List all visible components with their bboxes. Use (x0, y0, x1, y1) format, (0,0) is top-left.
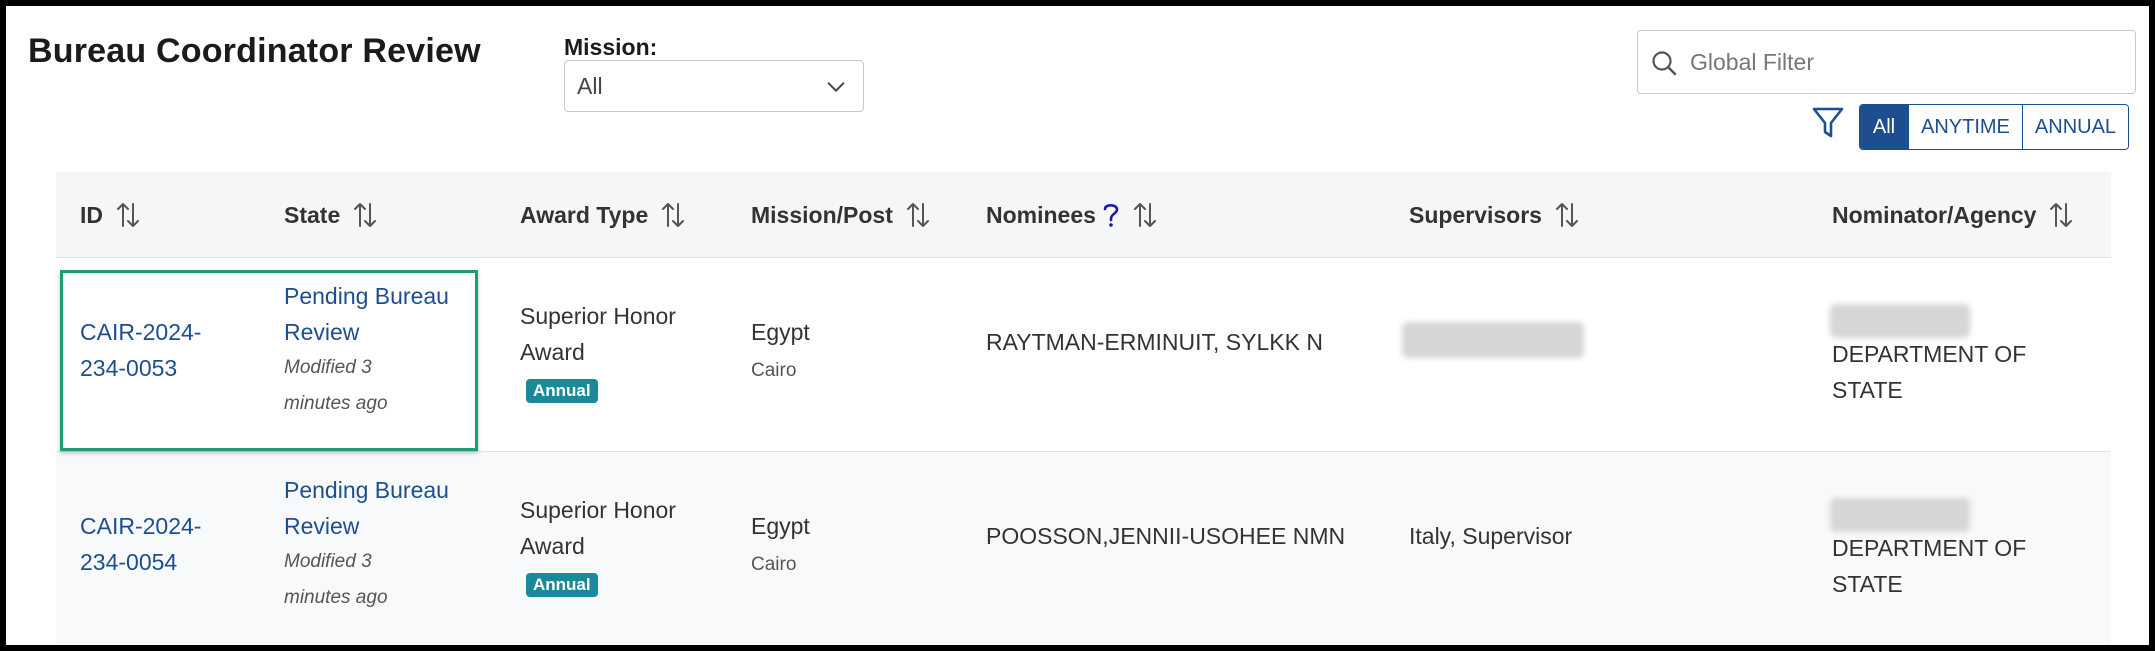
mission-post-cell: Egypt Cairo (751, 508, 810, 580)
state-line-2: Review (284, 513, 360, 539)
table-header: ID State Award Type Mission/Post Nominee… (56, 172, 2111, 258)
column-header-state[interactable]: State (284, 198, 378, 232)
state-link[interactable]: Pending Bureau Review (284, 472, 449, 544)
id-line-1: CAIR-2024- (80, 319, 202, 345)
id-cell: CAIR-2024- 234-0053 (80, 314, 201, 386)
global-filter-input[interactable] (1688, 41, 2122, 83)
state-cell: Pending Bureau Review Modified 3 minutes… (284, 472, 449, 616)
toggle-annual[interactable]: ANNUAL (2021, 105, 2129, 149)
mission-post-cell: Egypt Cairo (751, 314, 810, 386)
award-type-cell: Superior Honor Award Annual (520, 298, 676, 406)
award-line-1: Superior Honor (520, 303, 676, 329)
award-badge: Annual (526, 573, 598, 597)
award-type-toggle: All ANYTIME ANNUAL (1859, 104, 2130, 150)
global-filter (1637, 30, 2136, 94)
column-header-award-type-label: Award Type (520, 201, 649, 228)
column-header-supervisors-label: Supervisors (1409, 201, 1542, 228)
column-header-award-type[interactable]: Award Type (520, 198, 686, 232)
column-header-state-label: State (284, 201, 341, 228)
state-line-1: Pending Bureau (284, 283, 449, 309)
state-line-1: Pending Bureau (284, 477, 449, 503)
id-line-1: CAIR-2024- (80, 513, 202, 539)
column-header-nominator-agency[interactable]: Nominator/Agency (1832, 198, 2074, 232)
sort-icon (354, 203, 377, 227)
filter-funnel-icon[interactable] (1811, 105, 1845, 141)
agency-cell: DEPARTMENT OF STATE (1832, 336, 2026, 408)
search-icon (1652, 51, 1677, 76)
question-mark-icon[interactable] (1102, 202, 1120, 228)
agency-line-1: DEPARTMENT OF (1832, 341, 2027, 367)
agency-line-1: DEPARTMENT OF (1832, 535, 2027, 561)
mission-name: Egypt (751, 319, 810, 345)
mission-select-value: All (577, 72, 603, 99)
award-type-cell: Superior Honor Award Annual (520, 492, 676, 600)
award-line-1: Superior Honor (520, 497, 676, 523)
modified-line-1: Modified 3 (284, 551, 372, 572)
redacted-supervisor (1402, 322, 1584, 358)
nominations-table: ID State Award Type Mission/Post Nominee… (56, 172, 2111, 645)
table-row[interactable]: CAIR-2024- 234-0053 Pending Bureau Revie… (56, 258, 2111, 452)
id-line-2: 234-0053 (80, 355, 178, 381)
column-header-id-label: ID (80, 201, 103, 228)
column-header-supervisors[interactable]: Supervisors (1409, 198, 1580, 232)
state-cell: Pending Bureau Review Modified 3 minutes… (284, 278, 449, 422)
column-header-nominees-label: Nominees (986, 201, 1096, 228)
page-title: Bureau Coordinator Review (28, 32, 481, 70)
modified-line-1: Modified 3 (284, 357, 372, 378)
award-line-2: Award (520, 533, 585, 559)
nomination-id-link[interactable]: CAIR-2024- 234-0053 (80, 314, 201, 386)
nominee-cell: RAYTMAN-ERMINUIT, SYLKK N (986, 329, 1323, 355)
post-name: Cairo (751, 554, 797, 575)
modified-line-2: minutes ago (284, 587, 388, 608)
id-cell: CAIR-2024- 234-0054 (80, 508, 201, 580)
column-header-id[interactable]: ID (80, 198, 141, 232)
award-line-2: Award (520, 339, 585, 365)
agency-cell: DEPARTMENT OF STATE (1832, 530, 2026, 602)
nomination-id-link[interactable]: CAIR-2024- 234-0054 (80, 508, 201, 580)
app-frame: Bureau Coordinator Review Mission: All A… (0, 0, 2155, 651)
column-header-nominees[interactable]: Nominees (986, 198, 1158, 232)
mission-name: Egypt (751, 513, 810, 539)
column-header-nominator-agency-label: Nominator/Agency (1832, 201, 2037, 228)
award-badge: Annual (526, 379, 598, 403)
redacted-nominator (1830, 498, 1970, 532)
toggle-anytime[interactable]: ANYTIME (1908, 105, 2022, 149)
column-header-mission-post[interactable]: Mission/Post (751, 198, 931, 232)
sort-icon (2050, 203, 2073, 227)
redacted-nominator (1830, 304, 1970, 338)
modified-line-2: minutes ago (284, 393, 388, 414)
nominee-cell: POOSSON,JENNII-USOHEE NMN (986, 523, 1346, 549)
id-line-2: 234-0054 (80, 549, 178, 575)
modified-time: Modified 3 minutes ago (284, 350, 449, 422)
sort-icon (1133, 203, 1156, 227)
modified-time: Modified 3 minutes ago (284, 544, 449, 616)
toggle-all[interactable]: All (1860, 105, 1908, 149)
chevron-down-icon (827, 82, 845, 92)
sort-icon (1555, 203, 1578, 227)
agency-line-2: STATE (1832, 571, 1903, 597)
sort-icon (117, 203, 139, 227)
table-row[interactable]: CAIR-2024- 234-0054 Pending Bureau Revie… (56, 452, 2111, 645)
supervisor-cell: Italy, Supervisor (1409, 523, 1573, 549)
state-line-2: Review (284, 319, 360, 345)
mission-filter-label: Mission: (564, 34, 658, 60)
mission-select[interactable]: All (564, 60, 864, 112)
column-header-mission-post-label: Mission/Post (751, 201, 893, 228)
sort-icon (662, 203, 685, 227)
agency-line-2: STATE (1832, 377, 1903, 403)
post-name: Cairo (751, 360, 797, 381)
state-link[interactable]: Pending Bureau Review (284, 278, 449, 350)
sort-icon (906, 203, 929, 227)
